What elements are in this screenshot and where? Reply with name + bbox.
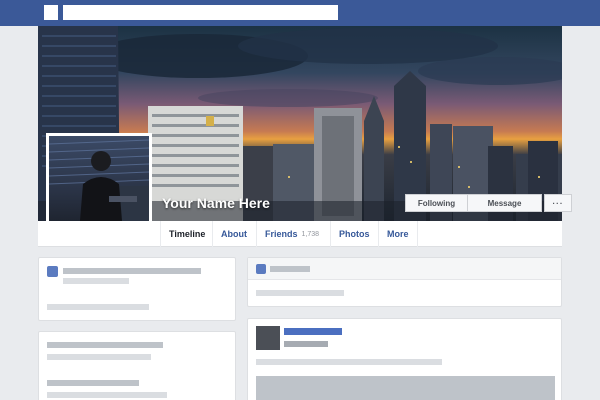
more-options-button[interactable]: ··· bbox=[544, 194, 572, 212]
placeholder-line bbox=[63, 278, 129, 284]
tab-label: About bbox=[221, 229, 247, 239]
profile-name: Your Name Here bbox=[162, 195, 270, 211]
composer-icon bbox=[256, 264, 266, 274]
placeholder-line bbox=[47, 380, 139, 386]
cover-actions: Following Message ··· bbox=[405, 194, 572, 212]
placeholder-line bbox=[284, 341, 328, 347]
avatar[interactable] bbox=[256, 326, 280, 350]
tab-photos[interactable]: Photos bbox=[330, 221, 378, 247]
intro-card bbox=[38, 257, 236, 321]
logo-icon[interactable] bbox=[44, 5, 58, 20]
placeholder-line bbox=[47, 342, 163, 348]
friends-count: 1,738 bbox=[301, 230, 320, 238]
person-photo-image bbox=[49, 139, 149, 233]
placeholder-line bbox=[47, 354, 151, 360]
top-navigation-bar bbox=[0, 0, 600, 26]
photos-card bbox=[38, 331, 236, 400]
tab-friends[interactable]: Friends 1,738 bbox=[256, 221, 330, 247]
post-author-placeholder[interactable] bbox=[284, 328, 342, 335]
placeholder-line bbox=[47, 304, 149, 310]
composer-card[interactable] bbox=[247, 257, 562, 307]
tab-label: More bbox=[387, 229, 409, 239]
placeholder-line bbox=[270, 266, 310, 272]
search-input[interactable] bbox=[63, 5, 338, 20]
profile-nav: Timeline About Friends 1,738 Photos More bbox=[38, 221, 562, 247]
placeholder-line bbox=[47, 392, 167, 398]
placeholder-line bbox=[256, 359, 442, 365]
tab-about[interactable]: About bbox=[212, 221, 256, 247]
tab-more[interactable]: More bbox=[378, 221, 418, 247]
message-button[interactable]: Message bbox=[468, 194, 542, 212]
tab-label: Friends bbox=[265, 229, 298, 239]
placeholder-line bbox=[256, 290, 344, 296]
placeholder-line bbox=[63, 268, 201, 274]
tab-label: Photos bbox=[339, 229, 370, 239]
post-card bbox=[247, 318, 562, 400]
following-button[interactable]: Following bbox=[405, 194, 468, 212]
tab-label: Timeline bbox=[169, 229, 206, 239]
tab-timeline[interactable]: Timeline bbox=[160, 221, 212, 247]
post-media[interactable] bbox=[256, 376, 555, 400]
intro-icon bbox=[47, 266, 58, 277]
